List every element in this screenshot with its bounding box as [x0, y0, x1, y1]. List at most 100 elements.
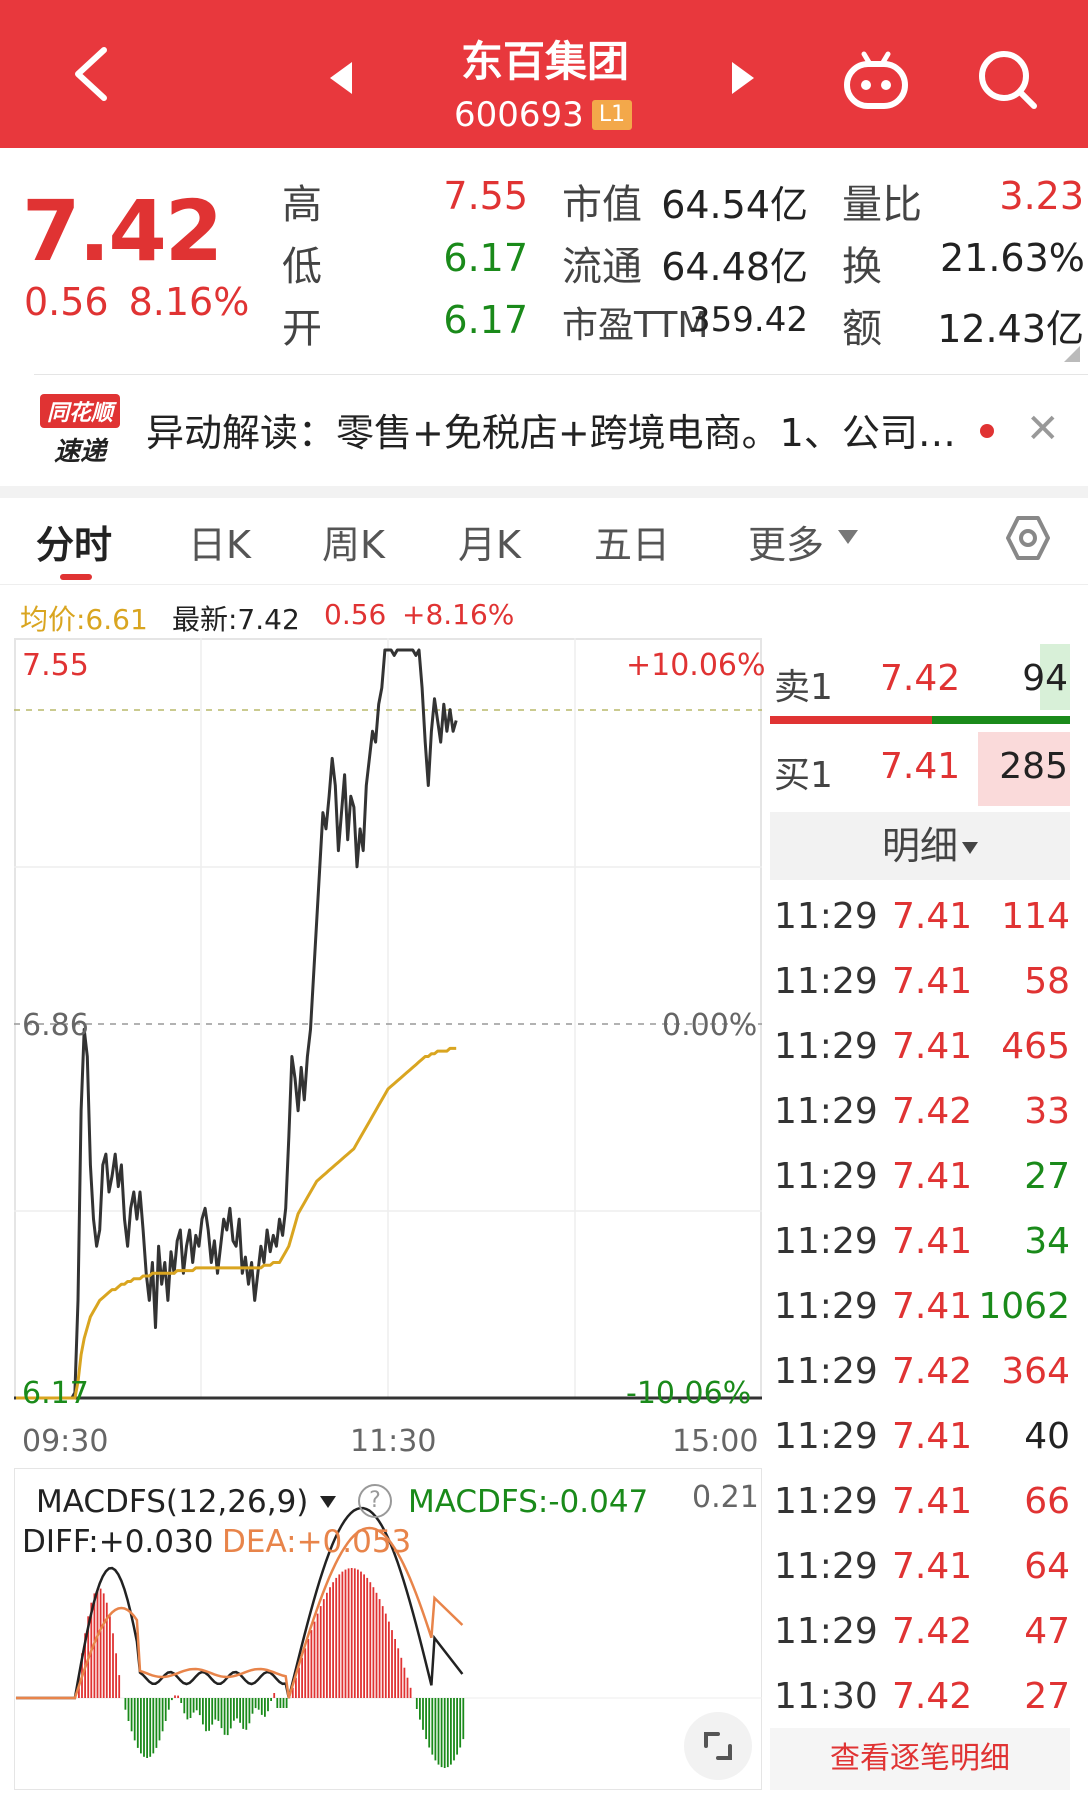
macd-bar [431, 1698, 434, 1755]
tick-row: 11:30 7.42 27 [774, 1670, 1070, 1730]
more-dropdown-icon[interactable] [838, 530, 858, 544]
tick-volume: 27 [1024, 1156, 1070, 1197]
buy-1-label: 买1 [774, 755, 833, 796]
macd-bar [260, 1698, 263, 1715]
macd-bar [400, 1657, 403, 1698]
latest-pct-label: +8.16% [402, 598, 515, 631]
macd-bar [329, 1587, 331, 1698]
macd-indicator-name[interactable]: MACDFS(12,26,9) [36, 1484, 308, 1520]
tabs-divider [0, 584, 1088, 585]
macd-bar [422, 1698, 424, 1730]
macd-bar [118, 1675, 121, 1698]
macd-bar [279, 1698, 282, 1708]
stat-label-mktcap: 市值 [562, 182, 642, 228]
detail-dropdown-icon[interactable] [962, 842, 978, 854]
tick-price: 7.41 [892, 1546, 973, 1587]
macd-bar [440, 1698, 443, 1768]
detail-dropdown[interactable]: 明细 [770, 812, 1070, 880]
macd-bar [341, 1571, 344, 1698]
stat-label-high: 高 [282, 182, 322, 228]
macd-bar [254, 1698, 257, 1709]
section-gap [0, 486, 1088, 498]
logo-line2: 速递 [54, 437, 109, 467]
macd-bar [357, 1569, 359, 1698]
tick-row: 11:29 7.41 58 [774, 955, 1070, 1015]
search-icon[interactable] [976, 48, 1040, 112]
tick-row: 11:29 7.41 40 [774, 1410, 1070, 1470]
macd-bar [353, 1568, 356, 1698]
macdfs-value: MACDFS:-0.047 [408, 1484, 649, 1520]
macd-bar [369, 1582, 372, 1698]
fullscreen-icon[interactable] [684, 1712, 752, 1780]
buy-1-row[interactable]: 买1 7.41 285 [770, 732, 1070, 806]
macd-bar [347, 1568, 350, 1698]
close-icon[interactable]: ✕ [1026, 406, 1060, 452]
macd-bar [270, 1698, 272, 1701]
tick-time: 11:29 [774, 1481, 878, 1522]
tick-time: 11:29 [774, 896, 878, 937]
change-amount: 0.56 [24, 280, 109, 324]
tick-row: 11:29 7.41 64 [774, 1540, 1070, 1600]
macd-bar [96, 1588, 99, 1698]
indicator-dropdown-icon[interactable] [320, 1496, 336, 1508]
robot-assistant-icon[interactable] [842, 50, 910, 110]
next-stock-icon[interactable] [732, 62, 754, 94]
macd-bar [202, 1698, 204, 1725]
stat-value-turnover: 21.63% [940, 236, 1085, 280]
macd-bar [406, 1677, 409, 1698]
current-price: 7.42 [22, 182, 223, 280]
macd-bar [124, 1698, 127, 1710]
intraday-chart[interactable] [14, 638, 762, 1424]
macd-bar [239, 1698, 241, 1723]
tick-time: 11:29 [774, 1026, 878, 1067]
bid-ask-ratio-bar [770, 716, 1070, 724]
view-all-ticks-button[interactable]: 查看逐笔明细 [770, 1728, 1070, 1790]
macd-bar [425, 1698, 427, 1740]
tick-time: 11:29 [774, 1546, 878, 1587]
tab-more[interactable]: 更多 [748, 514, 824, 569]
tab-daily-k[interactable]: 日K [188, 514, 251, 569]
macd-bar [403, 1667, 406, 1698]
macd-bar [158, 1698, 161, 1741]
stock-name: 东百集团 [460, 37, 629, 86]
tick-volume: 47 [1024, 1611, 1070, 1652]
macd-bar [109, 1616, 111, 1698]
macd-bar [313, 1621, 316, 1698]
expand-corner-icon[interactable] [1064, 346, 1080, 362]
macd-bar [236, 1698, 238, 1719]
tick-time: 11:29 [774, 1351, 878, 1392]
tab-five-day[interactable]: 五日 [594, 514, 670, 569]
tick-time: 11:29 [774, 1416, 878, 1457]
tab-monthly-k[interactable]: 月K [458, 514, 521, 569]
tick-row: 11:29 7.42 33 [774, 1085, 1070, 1145]
macd-bar [301, 1657, 303, 1698]
tick-time: 11:29 [774, 961, 878, 1002]
macd-bar [304, 1648, 307, 1698]
macd-bar [366, 1577, 369, 1698]
unread-dot [980, 424, 994, 438]
prev-stock-icon[interactable] [330, 62, 352, 94]
tick-volume: 33 [1024, 1091, 1070, 1132]
macd-bar [146, 1698, 148, 1758]
macd-bar [208, 1698, 210, 1731]
stock-code: 600693 [454, 95, 584, 135]
y-left-mid-label: 6.86 [22, 1008, 89, 1043]
macd-bar [363, 1574, 365, 1698]
macd-bar [214, 1698, 217, 1720]
macd-bar [223, 1698, 226, 1735]
macd-bar [384, 1613, 387, 1698]
tab-weekly-k[interactable]: 周K [322, 514, 385, 569]
help-icon[interactable]: ? [358, 1484, 392, 1518]
back-arrow-icon[interactable] [64, 44, 124, 104]
tab-intraday[interactable]: 分时 [36, 514, 112, 569]
news-headline[interactable]: 异动解读：零售+免税店+跨境电商。1、公司… [146, 402, 976, 457]
stat-value-float: 64.48亿 [661, 245, 808, 289]
macd-bar [344, 1569, 347, 1698]
macd-bar [443, 1698, 446, 1768]
tick-price: 7.42 [892, 1351, 973, 1392]
settings-hexagon-icon[interactable] [1004, 514, 1052, 562]
tick-price: 7.41 [892, 1156, 973, 1197]
sell-1-row[interactable]: 卖1 7.42 94 [770, 644, 1070, 714]
tick-price: 7.42 [892, 1611, 973, 1652]
macd-bar [155, 1698, 158, 1748]
